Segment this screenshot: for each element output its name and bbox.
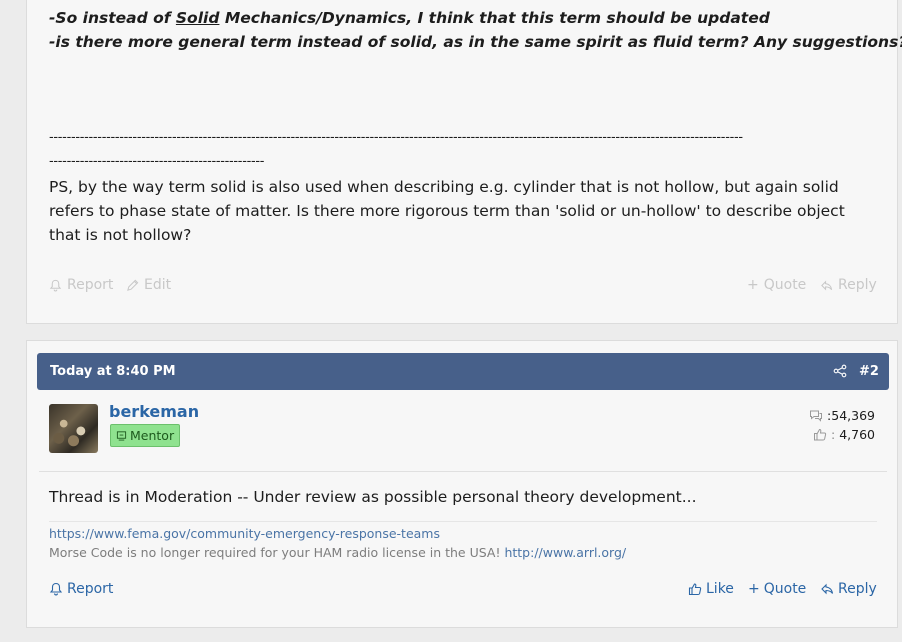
- thumbs-up-icon: [813, 428, 827, 441]
- share-icon[interactable]: [833, 364, 847, 378]
- mentor-icon: [116, 431, 127, 441]
- message-count: :54,369: [809, 408, 875, 423]
- post-2: Today at 8:40 PM #2 berkeman Mentor :54,…: [26, 340, 898, 628]
- like-count-value: 4,760: [839, 427, 875, 442]
- header-divider: [39, 471, 887, 472]
- edit-button[interactable]: Edit: [126, 277, 171, 293]
- reply-label: Reply: [838, 581, 877, 597]
- bell-icon: [49, 279, 62, 291]
- quote-label: Quote: [763, 277, 807, 293]
- line-1-prefix: -So instead of: [49, 9, 176, 27]
- reply-button-2[interactable]: Reply: [820, 581, 877, 597]
- reply-icon: [821, 583, 834, 595]
- post-date[interactable]: Today at 8:40 PM: [50, 364, 176, 379]
- quote-button[interactable]: + Quote: [747, 277, 806, 293]
- like-count: : 4,760: [813, 427, 875, 442]
- comments-icon: [810, 410, 823, 422]
- post-header-bar: Today at 8:40 PM #2: [37, 353, 889, 390]
- post-1-line-2: -is there more general term instead of s…: [49, 33, 902, 51]
- message-count-value: :54,369: [827, 408, 875, 423]
- post-1-ps-text: PS, by the way term solid is also used w…: [49, 178, 845, 244]
- like-label: Like: [706, 581, 734, 597]
- mentor-badge-label: Mentor: [130, 428, 175, 443]
- quote-label: Quote: [763, 581, 807, 597]
- edit-label: Edit: [144, 277, 172, 293]
- separator-dashes-long: ----------------------------------------…: [49, 130, 743, 145]
- signature-text-body: Morse Code is no longer required for you…: [49, 545, 505, 560]
- plus-icon: +: [748, 581, 760, 597]
- like-button[interactable]: Like: [688, 581, 734, 597]
- bell-icon: [49, 582, 63, 596]
- post-1: -So instead of Solid Mechanics/Dynamics,…: [26, 0, 902, 324]
- like-count-separator: :: [830, 427, 836, 442]
- plus-icon: +: [747, 277, 759, 293]
- report-label: Report: [67, 581, 114, 597]
- report-button-2[interactable]: Report: [49, 581, 113, 597]
- mentor-badge: Mentor: [110, 424, 181, 447]
- signature-link[interactable]: https://www.fema.gov/community-emergency…: [49, 526, 440, 541]
- signature-text: Morse Code is no longer required for you…: [49, 545, 626, 560]
- post-1-line-1: -So instead of Solid Mechanics/Dynamics,…: [49, 6, 770, 30]
- signature-divider: [49, 521, 877, 522]
- line-1-suffix: Mechanics/Dynamics, I think that this te…: [219, 9, 770, 27]
- quote-button-2[interactable]: + Quote: [748, 581, 806, 597]
- reply-icon: [821, 280, 833, 290]
- post-2-message: Thread is in Moderation -- Under review …: [49, 488, 697, 506]
- separator-dashes-short: ----------------------------------------…: [49, 154, 265, 169]
- username[interactable]: berkeman: [109, 402, 199, 421]
- thumbs-up-icon: [688, 583, 702, 596]
- avatar[interactable]: [49, 404, 98, 453]
- reply-label: Reply: [838, 277, 877, 293]
- post-number[interactable]: #2: [859, 364, 879, 379]
- signature-url[interactable]: http://www.arrl.org/: [504, 545, 626, 560]
- report-button[interactable]: Report: [49, 277, 113, 293]
- reply-button[interactable]: Reply: [820, 277, 877, 293]
- pencil-icon: [127, 279, 139, 291]
- line-1-underlined: Solid: [175, 9, 220, 27]
- report-label: Report: [67, 277, 114, 293]
